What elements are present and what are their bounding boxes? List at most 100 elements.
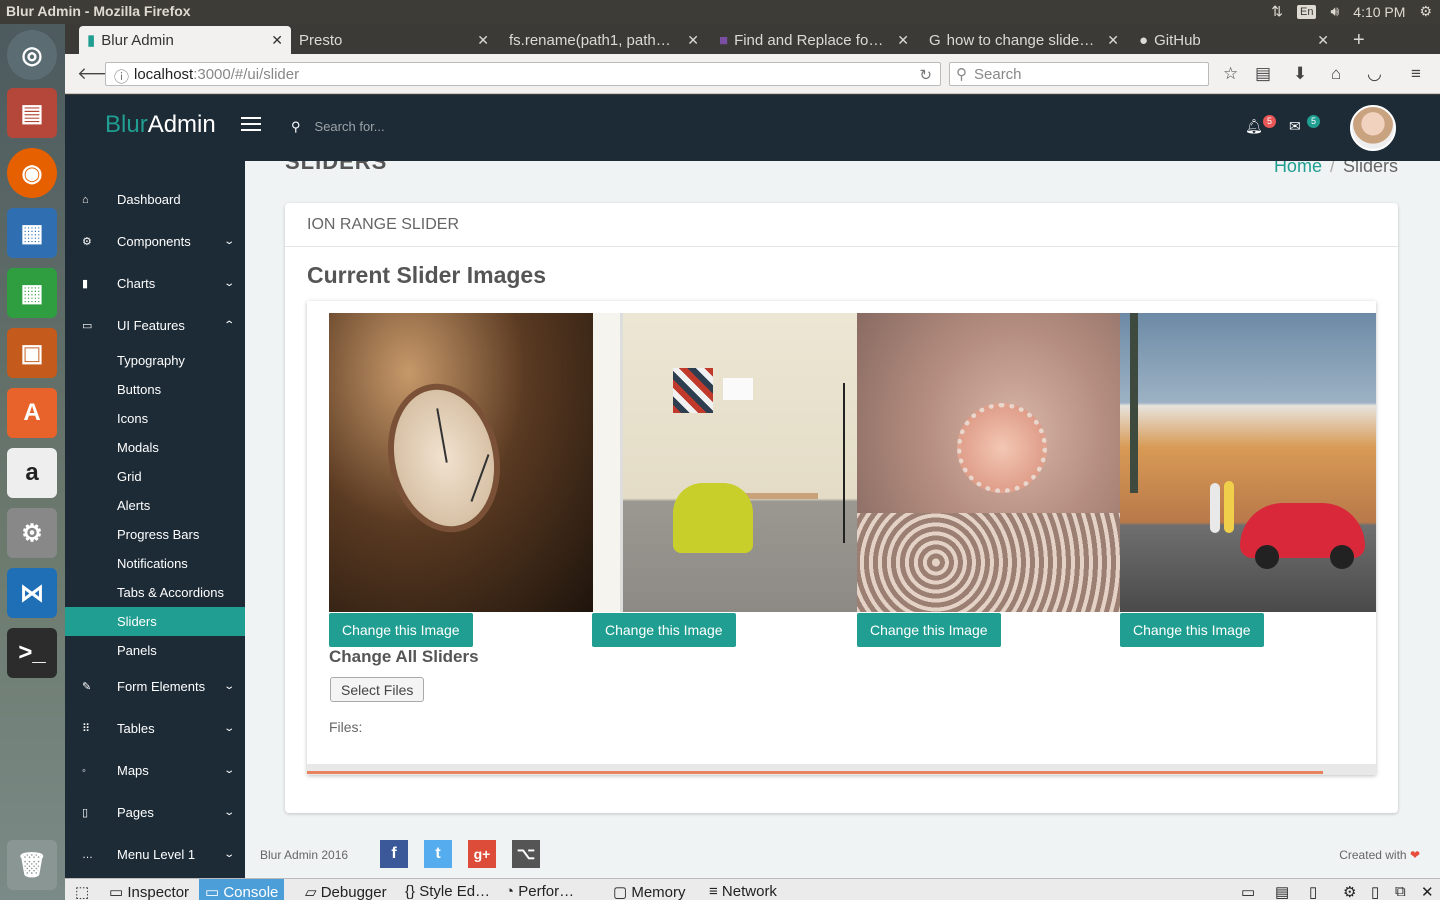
software-center-icon[interactable]: A bbox=[7, 388, 57, 438]
chevron-down-icon[interactable]: ⌄ bbox=[223, 681, 235, 692]
sidebar-item-maps[interactable]: ◦ Maps ⌄ bbox=[65, 756, 245, 785]
url-bar[interactable]: ⓘ localhost:3000/#/ui/slider ↻ bbox=[105, 62, 941, 86]
google-plus-icon[interactable]: g+ bbox=[468, 840, 496, 868]
chevron-down-icon[interactable]: ⌄ bbox=[223, 723, 235, 734]
devtools-tab-inspector[interactable]: ▭ Inspector bbox=[109, 883, 189, 900]
sidebar-item-sliders[interactable]: Sliders bbox=[65, 607, 245, 636]
sidebar-item-ui-features[interactable]: ▭ UI Features ⌃ bbox=[65, 311, 245, 340]
sidebar-item-alerts[interactable]: Alerts bbox=[65, 491, 245, 520]
chevron-down-icon[interactable]: ⌄ bbox=[223, 807, 235, 818]
pocket-icon[interactable]: ◡ bbox=[1367, 64, 1382, 84]
network-icon[interactable]: ⇅ bbox=[1271, 3, 1283, 20]
new-tab-button[interactable]: + bbox=[1345, 26, 1375, 54]
firefox-icon[interactable]: ◉ bbox=[7, 148, 57, 198]
devtools-tab-network[interactable]: ≡ Network bbox=[709, 883, 777, 900]
sidebar-item-form-elements[interactable]: ✎ Form Elements ⌄ bbox=[65, 672, 245, 701]
download-icon[interactable]: ⬇ bbox=[1293, 64, 1307, 84]
sidebar-item-pages[interactable]: ▯ Pages ⌄ bbox=[65, 798, 245, 827]
user-avatar[interactable] bbox=[1350, 105, 1396, 151]
tab-github[interactable]: ● GitHub ✕ bbox=[1131, 26, 1337, 54]
menu-icon[interactable]: ≡ bbox=[1411, 64, 1421, 84]
select-files-button[interactable]: Select Files bbox=[330, 677, 425, 702]
chevron-down-icon[interactable]: ⌄ bbox=[223, 236, 235, 247]
scratchpad-icon[interactable]: ▤ bbox=[1275, 883, 1289, 900]
screenshot-icon[interactable]: ▯ bbox=[1309, 883, 1317, 900]
close-tab-icon[interactable]: ✕ bbox=[1317, 32, 1329, 49]
reload-icon[interactable]: ↻ bbox=[919, 66, 932, 84]
search-icon: ⚲ bbox=[956, 66, 967, 83]
ubuntu-dash-icon[interactable]: ◎ bbox=[7, 30, 57, 80]
tab-presto[interactable]: Presto ✕ bbox=[291, 26, 497, 54]
twitter-icon[interactable]: t bbox=[424, 840, 452, 868]
files-icon[interactable]: ▤ bbox=[7, 88, 57, 138]
sidebar-item-modals[interactable]: Modals bbox=[65, 433, 245, 462]
sidebar-item-panels[interactable]: Panels bbox=[65, 636, 245, 665]
brand-logo[interactable]: BlurAdmin bbox=[105, 111, 216, 139]
amazon-icon[interactable]: a bbox=[7, 448, 57, 498]
writer-icon[interactable]: ▦ bbox=[7, 208, 57, 258]
close-devtools-icon[interactable]: ✕ bbox=[1421, 883, 1434, 900]
sidebar-item-dashboard[interactable]: ⌂ Dashboard bbox=[65, 185, 245, 214]
chevron-down-icon[interactable]: ⌄ bbox=[223, 765, 235, 776]
change-image-button-1[interactable]: Change this Image bbox=[329, 613, 473, 647]
terminal-icon[interactable]: >_ bbox=[7, 628, 57, 678]
bell-icon[interactable]: 🔔︎ bbox=[1245, 118, 1263, 135]
trash-icon[interactable]: 🗑︎ bbox=[7, 840, 57, 890]
dock-side-icon[interactable]: ▯ bbox=[1371, 883, 1379, 900]
close-tab-icon[interactable]: ✕ bbox=[1107, 32, 1119, 49]
chevron-up-icon[interactable]: ⌃ bbox=[223, 320, 235, 331]
settings-icon[interactable]: ⚙ bbox=[1419, 3, 1432, 20]
close-tab-icon[interactable]: ✕ bbox=[687, 32, 699, 49]
keyboard-layout[interactable]: En bbox=[1297, 4, 1317, 19]
pick-element-icon[interactable]: ⬚ bbox=[75, 883, 89, 900]
vscode-icon[interactable]: ⋈ bbox=[7, 568, 57, 618]
sidebar-item-notifications[interactable]: Notifications bbox=[65, 549, 245, 578]
app-search-input[interactable]: ⚲ Search for... bbox=[291, 119, 385, 135]
tab-find-replace[interactable]: ■ Find and Replace fo… ✕ bbox=[711, 26, 917, 54]
browser-search-field[interactable]: ⚲ Search bbox=[949, 62, 1209, 86]
facebook-icon[interactable]: f bbox=[380, 840, 408, 868]
chevron-down-icon[interactable]: ⌄ bbox=[223, 278, 235, 289]
change-image-button-3[interactable]: Change this Image bbox=[857, 613, 1001, 647]
sidebar-item-menu-level-1[interactable]: … Menu Level 1 ⌄ bbox=[65, 840, 245, 869]
sidebar-item-components[interactable]: ⚙ Components ⌄ bbox=[65, 227, 245, 256]
responsive-mode-icon[interactable]: ▭ bbox=[1241, 883, 1255, 900]
tab-fs-rename[interactable]: fs.rename(path1, path… ✕ bbox=[501, 26, 707, 54]
devtools-settings-icon[interactable]: ⚙ bbox=[1343, 883, 1356, 900]
volume-icon[interactable]: 🔊︎ bbox=[1330, 3, 1339, 20]
close-tab-icon[interactable]: ✕ bbox=[897, 32, 909, 49]
calc-icon[interactable]: ▦ bbox=[7, 268, 57, 318]
devtools-tab-performance[interactable]: ◔ Perfor… bbox=[505, 883, 574, 900]
devtools-tab-memory[interactable]: ▢ Memory bbox=[613, 883, 686, 900]
slide-image-ring bbox=[857, 313, 1120, 612]
envelope-icon[interactable]: ✉ bbox=[1289, 118, 1301, 135]
undock-icon[interactable]: ⧉ bbox=[1395, 883, 1406, 900]
sidebar-item-progress-bars[interactable]: Progress Bars bbox=[65, 520, 245, 549]
close-tab-icon[interactable]: ✕ bbox=[271, 32, 283, 49]
reading-list-icon[interactable]: ▤ bbox=[1255, 64, 1271, 84]
devtools-tab-style-editor[interactable]: {} Style Ed… bbox=[405, 883, 490, 900]
bookmark-star-icon[interactable]: ☆ bbox=[1223, 64, 1238, 84]
sidebar-item-grid[interactable]: Grid bbox=[65, 462, 245, 491]
devtools-tab-debugger[interactable]: ▱ Debugger bbox=[305, 883, 387, 900]
sidebar-item-tables[interactable]: ⠿ Tables ⌄ bbox=[65, 714, 245, 743]
sidebar-item-tabs-accordions[interactable]: Tabs & Accordions bbox=[65, 578, 245, 607]
sidebar-item-typography[interactable]: Typography bbox=[65, 346, 245, 375]
change-image-button-2[interactable]: Change this Image bbox=[592, 613, 736, 647]
sidebar-item-buttons[interactable]: Buttons bbox=[65, 375, 245, 404]
clock[interactable]: 4:10 PM bbox=[1353, 4, 1405, 20]
sidebar-item-charts[interactable]: ▮ Charts ⌄ bbox=[65, 269, 245, 298]
close-tab-icon[interactable]: ✕ bbox=[477, 32, 489, 49]
chevron-down-icon[interactable]: ⌄ bbox=[223, 849, 235, 860]
github-icon[interactable]: ⌥ bbox=[512, 840, 540, 868]
home-icon[interactable]: ⌂ bbox=[1331, 64, 1341, 84]
impress-icon[interactable]: ▣ bbox=[7, 328, 57, 378]
change-image-button-4[interactable]: Change this Image bbox=[1120, 613, 1264, 647]
hamburger-menu-icon[interactable] bbox=[241, 117, 261, 133]
info-icon[interactable]: ⓘ bbox=[114, 66, 129, 87]
system-settings-icon[interactable]: ⚙ bbox=[7, 508, 57, 558]
tab-google[interactable]: Ghow to change slide… ✕ bbox=[921, 26, 1127, 54]
devtools-tab-console[interactable]: ▭ Console bbox=[199, 879, 285, 900]
sidebar-item-icons[interactable]: Icons bbox=[65, 404, 245, 433]
tab-blur-admin[interactable]: ▮ Blur Admin ✕ bbox=[79, 26, 291, 54]
